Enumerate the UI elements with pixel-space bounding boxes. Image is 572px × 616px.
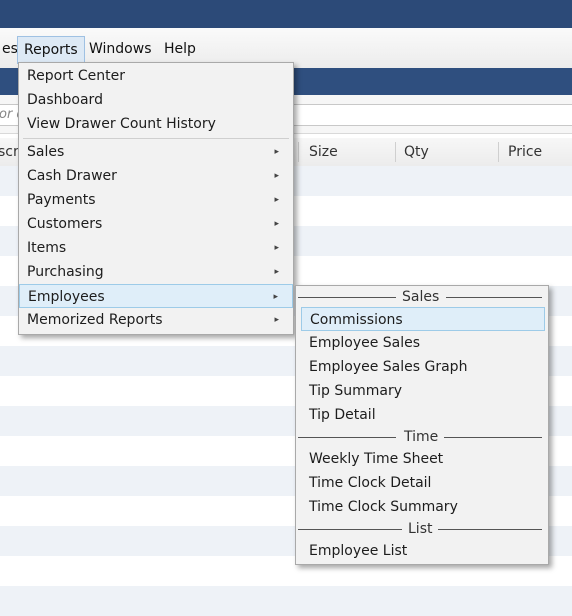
menu-item-items[interactable]: Items ▸ (19, 236, 293, 260)
group-rule (298, 297, 396, 298)
menu-windows[interactable]: Windows (85, 39, 156, 61)
menu-separator (23, 138, 289, 139)
menu-item-label: Employee Sales (309, 335, 421, 351)
menu-item-payments[interactable]: Payments ▸ (19, 188, 293, 212)
menu-item-weekly-time-sheet[interactable]: Weekly Time Sheet (301, 447, 545, 471)
submenu-arrow-icon: ▸ (274, 267, 279, 277)
menu-item-memorized-reports[interactable]: Memorized Reports ▸ (19, 308, 293, 332)
menu-item-report-center[interactable]: Report Center (19, 64, 293, 88)
menu-item-label: View Drawer Count History (27, 116, 216, 132)
column-price[interactable]: Price (508, 144, 542, 160)
group-title: Time (404, 429, 439, 445)
menu-reports[interactable]: Reports (17, 36, 85, 64)
menu-item-label: Sales (27, 144, 65, 160)
menu-item-purchasing[interactable]: Purchasing ▸ (19, 260, 293, 284)
submenu-arrow-icon: ▸ (273, 292, 278, 302)
menu-item-label: Employee List (309, 543, 408, 559)
submenu-arrow-icon: ▸ (274, 147, 279, 157)
menu-item-label: Cash Drawer (27, 168, 117, 184)
menu-item-label: Items (27, 240, 67, 256)
menu-item-label: Tip Summary (309, 383, 403, 399)
menu-item-dashboard[interactable]: Dashboard (19, 88, 293, 112)
group-rule (438, 529, 542, 530)
menu-item-tip-detail[interactable]: Tip Detail (301, 403, 545, 427)
menu-item-employee-sales[interactable]: Employee Sales (301, 331, 545, 355)
column-size[interactable]: Size (309, 144, 338, 160)
menu-item-employee-list[interactable]: Employee List (301, 539, 545, 563)
menu-item-time-clock-summary[interactable]: Time Clock Summary (301, 495, 545, 519)
group-header-list: List (296, 520, 548, 538)
menu-item-label: Payments (27, 192, 96, 208)
menu-item-sales[interactable]: Sales ▸ (19, 140, 293, 164)
column-divider[interactable] (298, 142, 299, 162)
menu-item-label: Employees (28, 289, 105, 305)
menu-help[interactable]: Help (160, 39, 200, 61)
menu-item-view-drawer-count-history[interactable]: View Drawer Count History (19, 112, 293, 136)
group-rule (298, 437, 396, 438)
group-header-sales: Sales (296, 288, 548, 306)
menu-item-label: Customers (27, 216, 103, 232)
menu-item-label: Weekly Time Sheet (309, 451, 444, 467)
menu-item-label: Time Clock Detail (309, 475, 432, 491)
menu-item-label: Tip Detail (309, 407, 376, 423)
menu-item-label: Dashboard (27, 92, 103, 108)
column-divider[interactable] (498, 142, 499, 162)
employees-submenu: Sales Commissions Employee Sales Employe… (295, 285, 549, 565)
menu-item-label: Report Center (27, 68, 125, 84)
group-title: Sales (402, 289, 440, 305)
column-divider[interactable] (395, 142, 396, 162)
menu-item-tip-summary[interactable]: Tip Summary (301, 379, 545, 403)
reports-dropdown-menu: Report Center Dashboard View Drawer Coun… (18, 62, 294, 335)
submenu-arrow-icon: ▸ (274, 315, 279, 325)
menu-item-customers[interactable]: Customers ▸ (19, 212, 293, 236)
table-row[interactable] (0, 586, 572, 616)
menu-item-label: Memorized Reports (27, 312, 163, 328)
menu-item-label: Purchasing (27, 264, 104, 280)
submenu-arrow-icon: ▸ (274, 195, 279, 205)
group-rule (298, 529, 402, 530)
group-header-time: Time (296, 428, 548, 446)
menu-item-label: Time Clock Summary (309, 499, 458, 515)
submenu-arrow-icon: ▸ (274, 171, 279, 181)
column-qty[interactable]: Qty (404, 144, 429, 160)
menu-item-cash-drawer[interactable]: Cash Drawer ▸ (19, 164, 293, 188)
group-rule (446, 297, 542, 298)
menu-item-label: Employee Sales Graph (309, 359, 468, 375)
menu-item-time-clock-detail[interactable]: Time Clock Detail (301, 471, 545, 495)
window-title-bar (0, 0, 572, 29)
menu-item-employee-sales-graph[interactable]: Employee Sales Graph (301, 355, 545, 379)
group-title: List (408, 521, 433, 537)
submenu-arrow-icon: ▸ (274, 219, 279, 229)
submenu-arrow-icon: ▸ (274, 243, 279, 253)
menu-item-employees[interactable]: Employees ▸ (19, 284, 293, 308)
menu-item-commissions[interactable]: Commissions (301, 307, 545, 331)
group-rule (444, 437, 542, 438)
menu-item-label: Commissions (310, 312, 403, 328)
